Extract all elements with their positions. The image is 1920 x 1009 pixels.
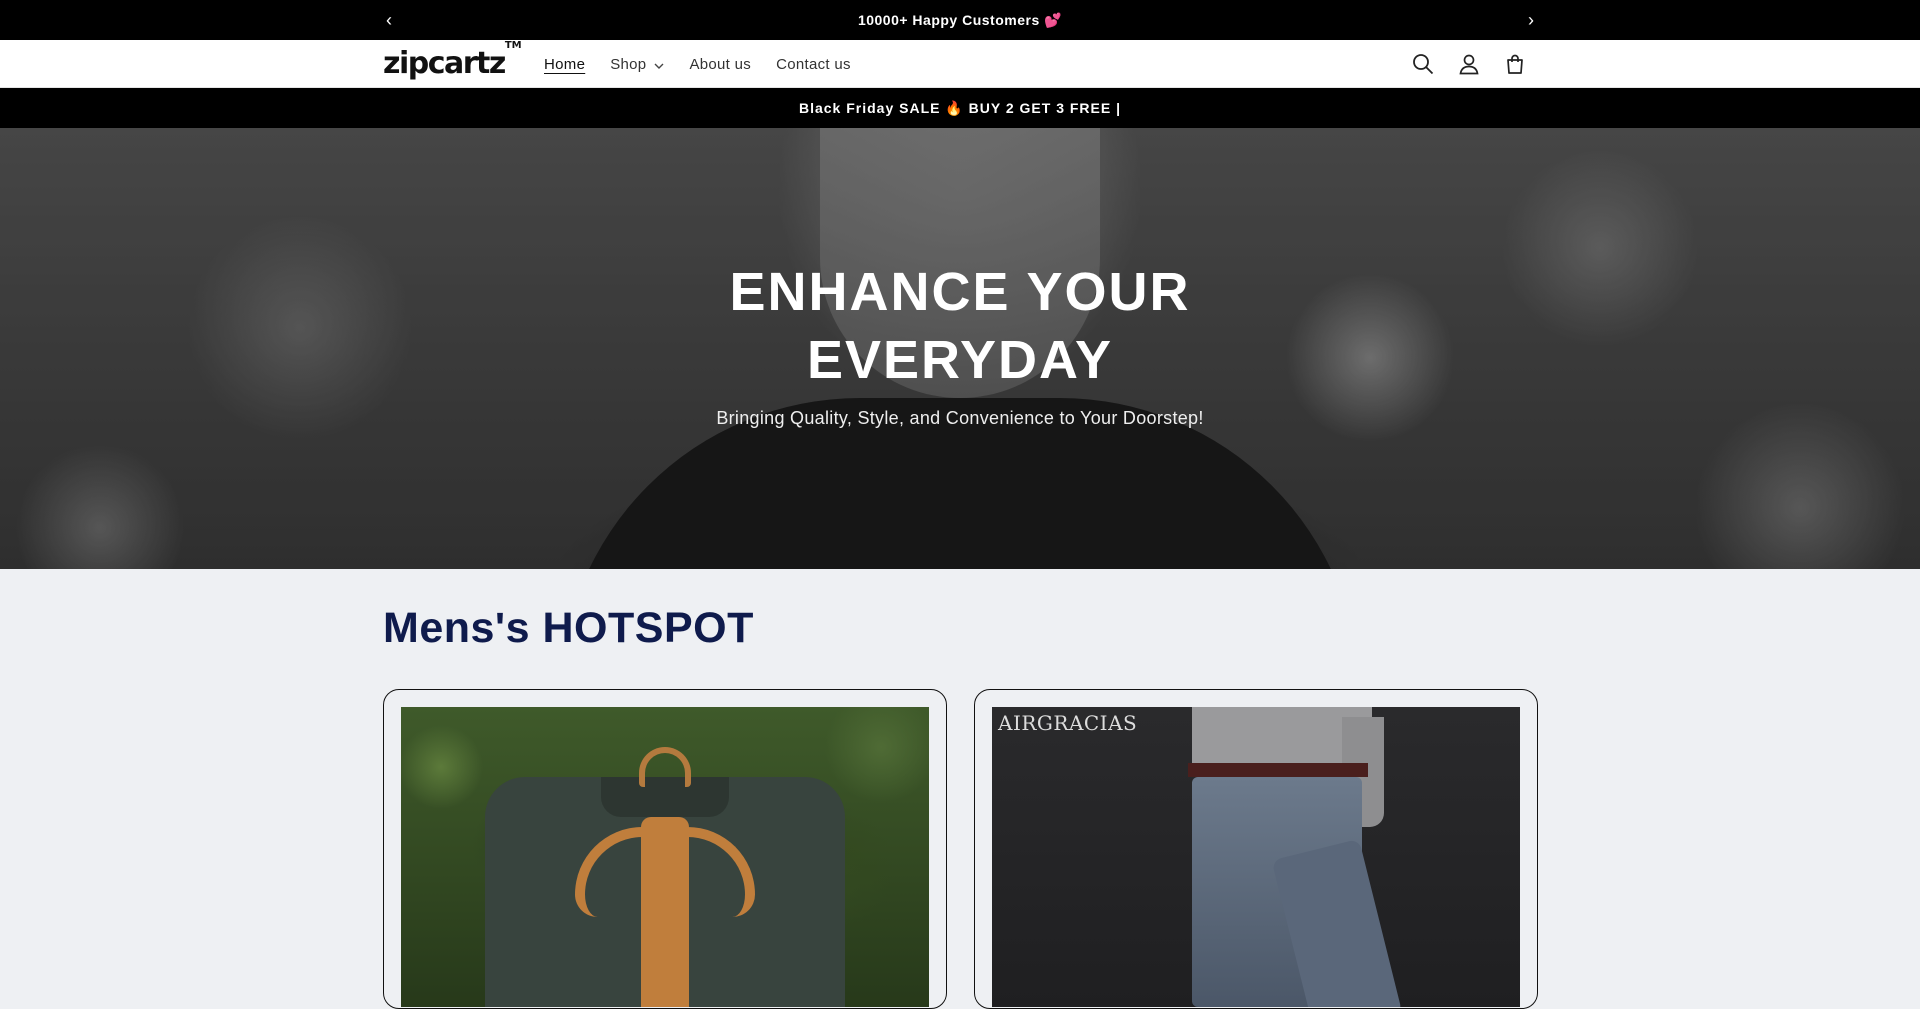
product-card[interactable]: AIRGRACIAS	[974, 689, 1538, 1009]
site-header: zipcartzTM Home Shop About us Contact us	[0, 40, 1920, 88]
product-image[interactable]	[401, 707, 929, 1007]
hero-title-line1: ENHANCE YOUR	[729, 262, 1191, 322]
main-nav: Home Shop About us Contact us	[544, 40, 851, 88]
chevron-down-icon	[654, 61, 664, 72]
logo[interactable]: zipcartzTM	[383, 40, 522, 81]
hanger-shape	[639, 747, 691, 787]
hero-title-line2: EVERYDAY	[806, 330, 1114, 390]
chevron-right-icon[interactable]: ›	[1516, 0, 1546, 40]
nav-about-us[interactable]: About us	[689, 56, 751, 73]
logo-trademark: TM	[504, 40, 522, 51]
header-icons	[1412, 40, 1526, 88]
promo-bar: Black Friday SALE 🔥 BUY 2 GET 3 FREE |	[0, 88, 1920, 128]
hero-subtitle: Bringing Quality, Style, and Convenience…	[716, 408, 1204, 428]
image-brand-text: AIRGRACIAS	[998, 711, 1138, 735]
announcement-bar: ‹ 10000+ Happy Customers 💕 ›	[0, 0, 1920, 40]
product-card[interactable]	[383, 689, 947, 1009]
cart-icon[interactable]	[1504, 53, 1526, 75]
nav-shop-label: Shop	[610, 55, 647, 73]
tree-print-trunk	[641, 817, 689, 1007]
hero-banner: ENHANCE YOUR EVERYDAY Bringing Quality, …	[0, 128, 1920, 569]
search-icon[interactable]	[1412, 53, 1434, 75]
account-icon[interactable]	[1458, 53, 1480, 75]
nav-home[interactable]: Home	[544, 56, 585, 73]
nav-contact-us[interactable]: Contact us	[776, 56, 851, 73]
nav-shop[interactable]: Shop	[610, 56, 664, 73]
promo-text: Black Friday SALE 🔥 BUY 2 GET 3 FREE |	[798, 99, 1122, 116]
product-image[interactable]: AIRGRACIAS	[992, 707, 1520, 1007]
hero-title: ENHANCE YOUR EVERYDAY	[0, 258, 1920, 394]
section-title: Mens's HOTSPOT	[383, 604, 754, 652]
logo-text: zipcartz	[383, 46, 506, 81]
chevron-left-icon[interactable]: ‹	[374, 0, 404, 40]
model-belt	[1188, 763, 1368, 777]
announcement-text: 10000+ Happy Customers 💕	[857, 11, 1063, 28]
